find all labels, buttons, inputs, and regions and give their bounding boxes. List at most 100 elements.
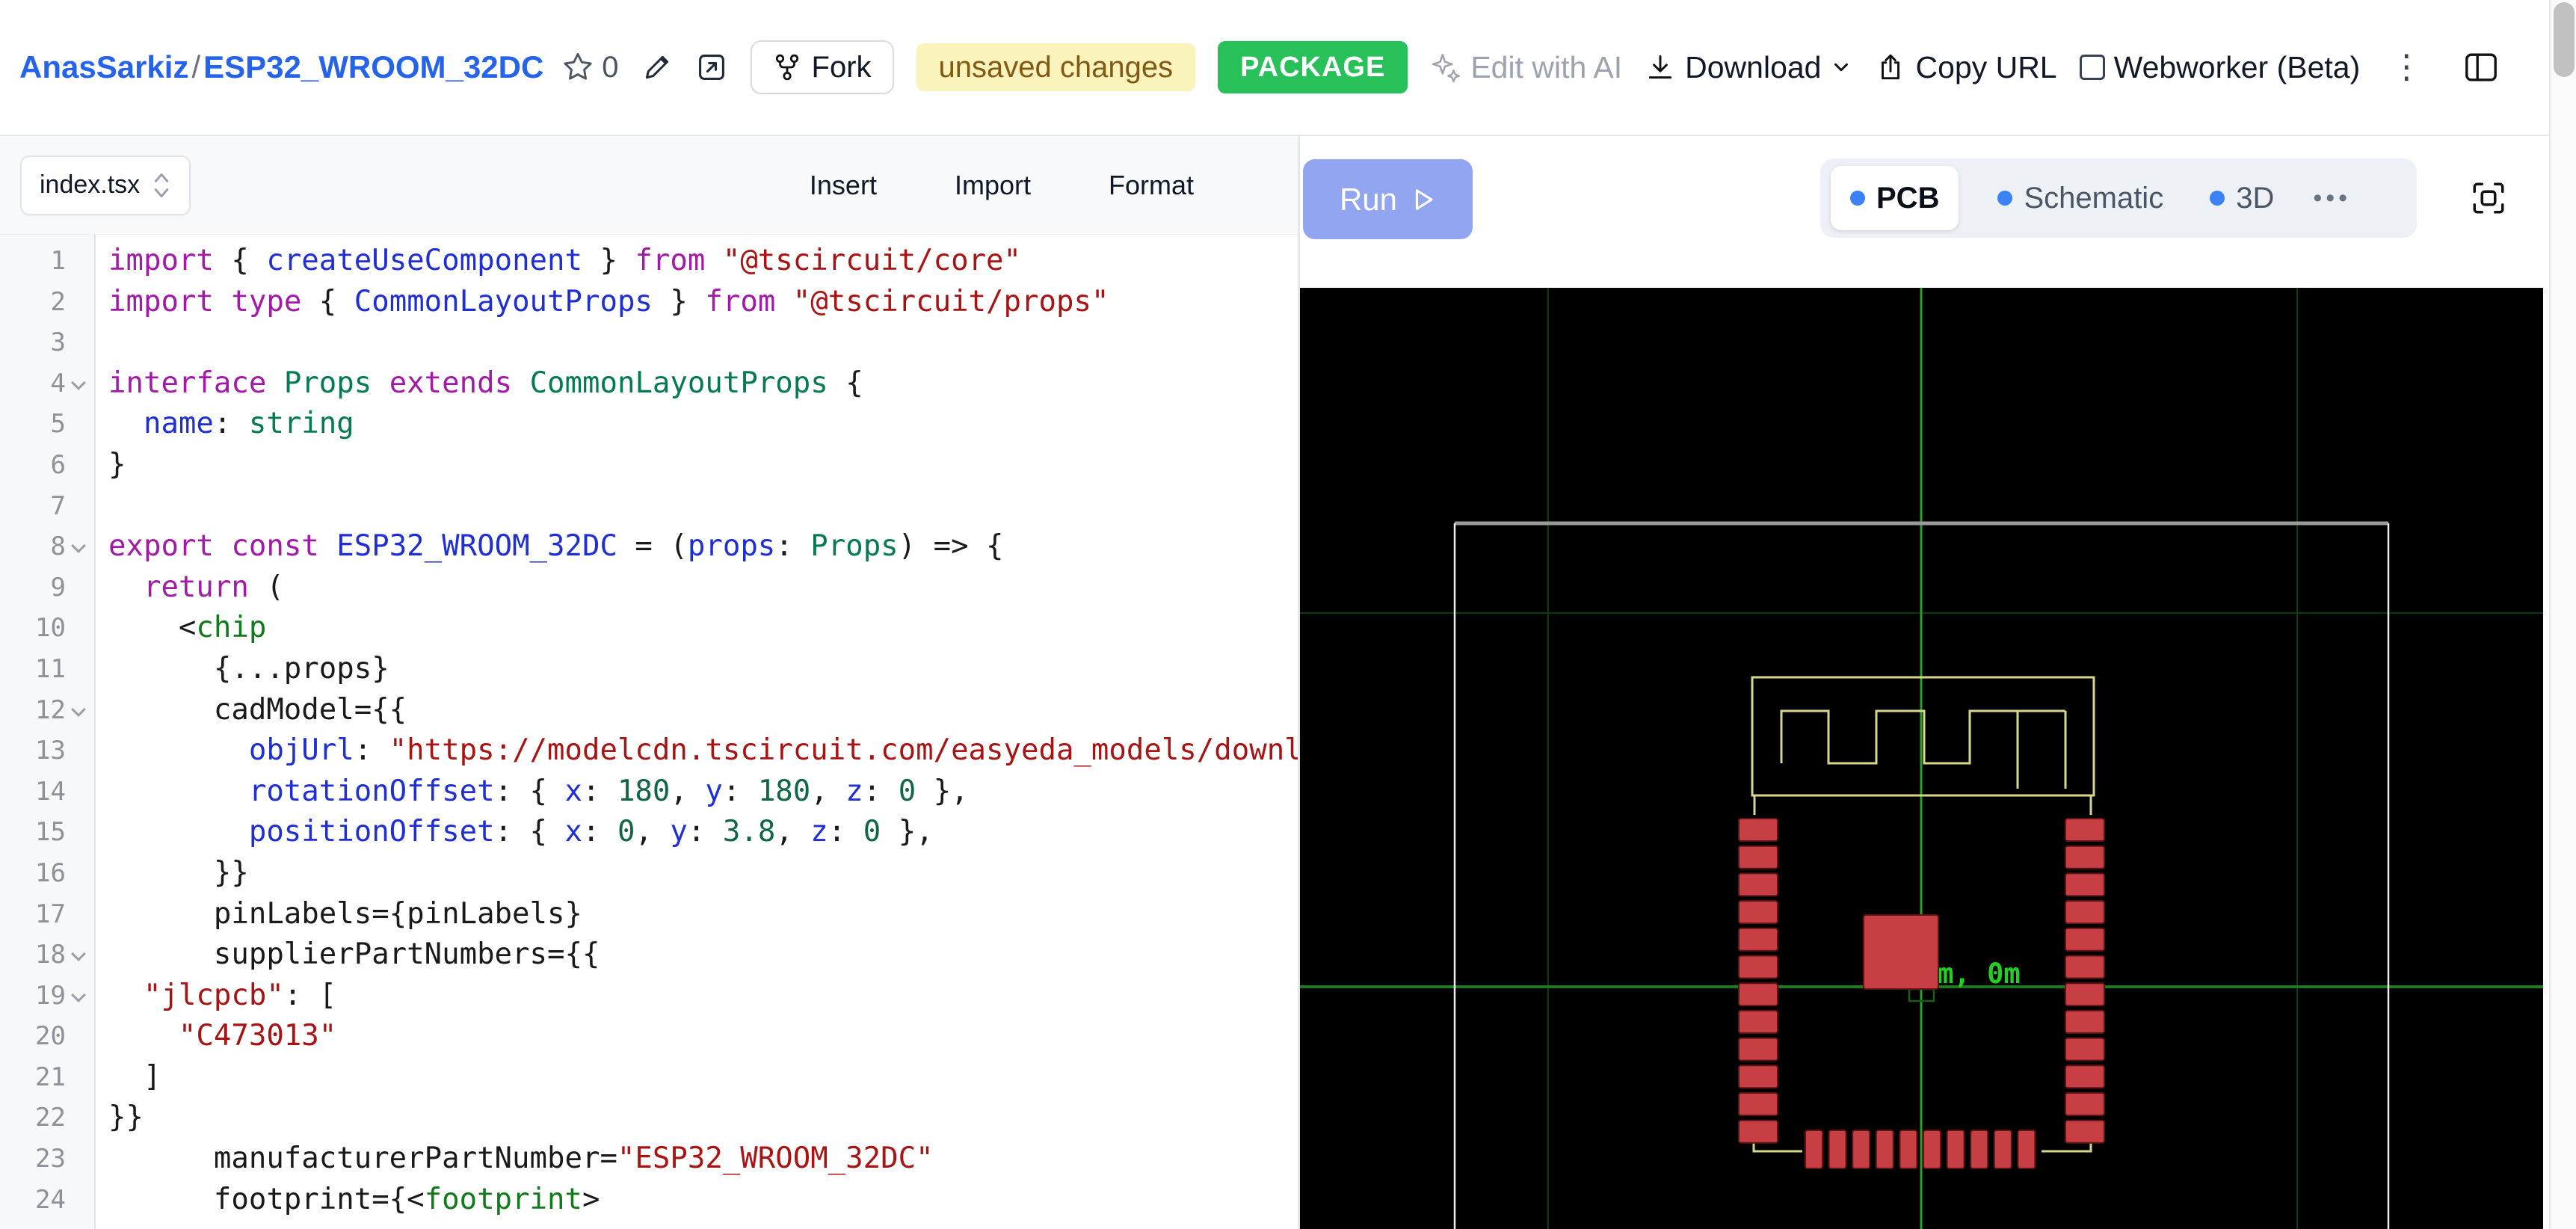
preview-pane: Run PCB Schematic 3D ••• 0m, 0m (1300, 136, 2549, 1229)
breadcrumb-package-link[interactable]: ESP32_WROOM_32DC (203, 49, 543, 85)
code-line: 1import { createUseComponent } from "@ts… (0, 241, 1298, 282)
editor-menu-bar: Insert Import Format (810, 170, 1278, 201)
open-share-button[interactable] (695, 51, 728, 84)
fold-chevron-icon[interactable] (71, 988, 86, 1002)
code-line: 5 name: string (0, 404, 1298, 445)
pcb-pad (2065, 928, 2104, 951)
code-editor-pane: index.tsx Insert Import Format 1import { c… (0, 136, 1298, 1229)
toggle-sidebar-button[interactable] (2463, 51, 2499, 84)
editor-menu-import[interactable]: Import (955, 170, 1031, 201)
fold-chevron-icon[interactable] (71, 702, 86, 717)
code-line: 9 return ( (0, 567, 1298, 609)
pcb-pad (1970, 1130, 1988, 1168)
fork-button[interactable]: Fork (751, 40, 894, 94)
more-options-button[interactable]: ⋮ (2390, 51, 2423, 84)
fullscreen-icon (2470, 179, 2507, 217)
line-number: 21 (35, 1057, 66, 1098)
code-line: 13 objUrl: "https://modelcdn.tscircuit.c… (0, 730, 1298, 771)
panel-layout-icon (2463, 51, 2499, 84)
tabs-more-button[interactable]: ••• (2313, 184, 2351, 213)
fold-chevron-icon[interactable] (71, 946, 86, 961)
pcb-pad (1852, 1130, 1870, 1168)
open-external-icon (695, 51, 728, 84)
code-line: 8export const ESP32_WROOM_32DC = (props:… (0, 526, 1298, 567)
star-icon (561, 51, 594, 84)
code-line: 3 (0, 322, 1298, 363)
line-number: 24 (35, 1180, 66, 1221)
fork-button-label: Fork (812, 51, 872, 84)
tab-3d[interactable]: 3D (2202, 166, 2281, 230)
line-number: 15 (35, 812, 66, 853)
package-type-badge: PACKAGE (1218, 41, 1408, 93)
line-number: 17 (35, 894, 66, 935)
tab-pcb[interactable]: PCB (1831, 166, 1959, 230)
pcb-pad (1864, 915, 1938, 989)
pcb-pad (1994, 1130, 2012, 1168)
header: AnasSarkiz / ESP32_WROOM_32DC 0 (0, 0, 2549, 136)
pcb-canvas[interactable]: 0m, 0m (1300, 288, 2543, 1229)
star-count: 0 (602, 51, 618, 84)
tab-label: 3D (2236, 182, 2274, 215)
edit-with-ai-button[interactable]: Edit with AI (1430, 50, 1622, 85)
code-line: 20 "C473013" (0, 1016, 1298, 1057)
line-number: 18 (35, 934, 66, 976)
code-line: 2import type { CommonLayoutProps } from … (0, 282, 1298, 323)
fold-chevron-icon[interactable] (71, 538, 86, 553)
code-line: 7 (0, 486, 1298, 527)
play-icon (1411, 187, 1436, 212)
pcb-preview-svg: 0m, 0m (1300, 288, 2543, 1229)
pcb-pad (1739, 873, 1778, 896)
file-selector[interactable]: index.tsx (20, 155, 191, 215)
code-line: 24 footprint={<footprint> (0, 1180, 1298, 1221)
webworker-toggle[interactable]: Webworker (Beta) (2080, 50, 2361, 85)
pcb-pad (2065, 1011, 2104, 1033)
page-scrollbar-thumb[interactable] (2554, 2, 2575, 77)
pcb-pad (2065, 846, 2104, 869)
download-button[interactable]: Download (1645, 50, 1852, 85)
line-number: 13 (35, 730, 66, 771)
rename-button[interactable] (641, 52, 673, 83)
line-number: 2 (51, 282, 66, 323)
pcb-pad (1947, 1130, 1965, 1168)
chevron-down-icon (1830, 56, 1852, 78)
line-number: 22 (35, 1097, 66, 1139)
code-line: 22}} (0, 1097, 1298, 1139)
run-button[interactable]: Run (1303, 159, 1473, 239)
pcb-pad (2065, 1121, 2104, 1143)
code-line: 16 }} (0, 853, 1298, 894)
pcb-pad (2065, 983, 2104, 1005)
code-line: 18 supplierPartNumbers={{ (0, 934, 1298, 976)
pcb-pad (2065, 1038, 2104, 1061)
webworker-checkbox[interactable] (2080, 55, 2105, 80)
pcb-pad (1739, 1038, 1778, 1061)
fold-chevron-icon[interactable] (71, 375, 86, 390)
editor-menu-format[interactable]: Format (1109, 170, 1194, 201)
pcb-pad (1805, 1130, 1822, 1168)
sparkles-icon (1430, 52, 1461, 83)
code-line: 23 manufacturerPartNumber="ESP32_WROOM_3… (0, 1139, 1298, 1180)
pcb-pad (1899, 1130, 1917, 1168)
fullscreen-button[interactable] (2470, 179, 2507, 217)
code-area[interactable]: 1import { createUseComponent } from "@ts… (0, 235, 1298, 1229)
breadcrumb-owner-link[interactable]: AnasSarkiz (19, 49, 188, 85)
preview-toolbar: Run PCB Schematic 3D ••• (1300, 136, 2549, 288)
tab-label: PCB (1876, 182, 1939, 215)
editor-menu-insert[interactable]: Insert (810, 170, 877, 201)
tab-label: Schematic (2024, 182, 2163, 215)
line-number: 20 (35, 1016, 66, 1057)
pcb-pad (1923, 1130, 1941, 1168)
line-number: 5 (51, 404, 66, 445)
tab-dot-icon (2210, 191, 2225, 206)
tab-schematic[interactable]: Schematic (1990, 166, 2171, 230)
pencil-icon (641, 52, 673, 83)
fork-icon (773, 53, 801, 81)
pcb-pad (1739, 1121, 1778, 1143)
edit-with-ai-label: Edit with AI (1470, 50, 1622, 85)
view-tabs: PCB Schematic 3D ••• (1820, 158, 2417, 238)
copy-url-button[interactable]: Copy URL (1875, 50, 2056, 85)
star-button[interactable]: 0 (561, 51, 618, 84)
page-scrollbar[interactable] (2549, 0, 2576, 1229)
line-number: 11 (35, 649, 66, 690)
code-line: 21 ] (0, 1057, 1298, 1098)
line-number: 7 (51, 486, 66, 527)
